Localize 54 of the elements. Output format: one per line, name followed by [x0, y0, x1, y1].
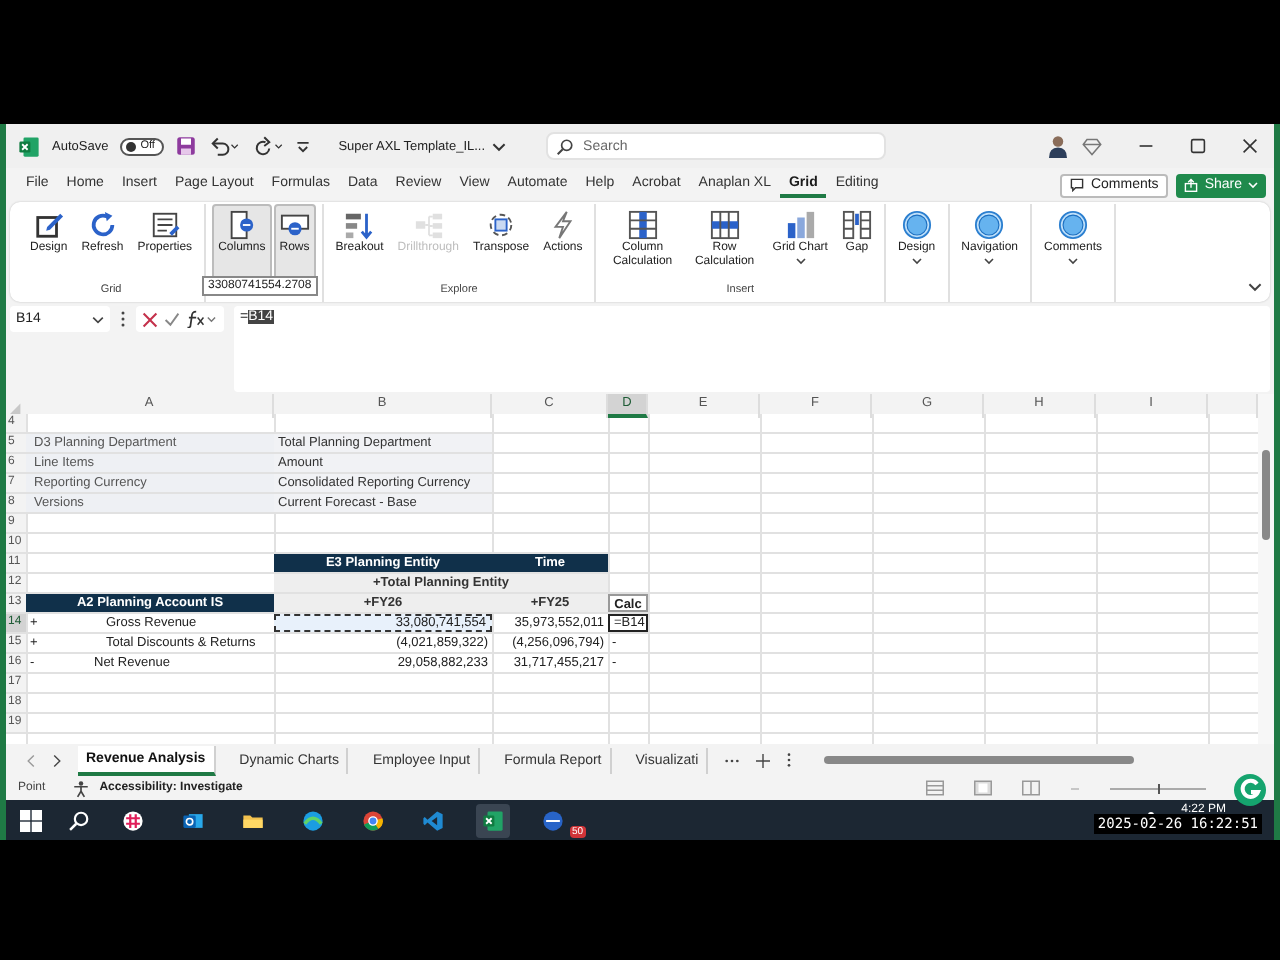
pencil-icon: [33, 210, 64, 240]
diamond-icon[interactable]: [1082, 137, 1102, 155]
circle-icon: [974, 210, 1005, 240]
share-icon: [1184, 178, 1199, 192]
list-icon: [149, 210, 180, 240]
hash-logo-icon: [122, 809, 144, 831]
excel-logo-icon: [18, 135, 40, 157]
browser-wave-icon: [302, 809, 324, 831]
more-icon[interactable]: [120, 310, 126, 328]
customize-caret-icon[interactable]: [296, 139, 311, 153]
redo-icon[interactable]: [252, 136, 285, 156]
undo-icon[interactable]: [208, 136, 241, 156]
bars-arrow-icon: [344, 210, 375, 240]
row-grid-icon: [709, 210, 740, 240]
vertical-scrollbar[interactable]: [1258, 394, 1274, 744]
grammarly-icon[interactable]: [1234, 774, 1266, 806]
accessibility-icon[interactable]: [71, 779, 90, 797]
bar-chart-icon: [785, 210, 816, 240]
app-circle-icon: [542, 809, 564, 831]
avatar-icon[interactable]: [1046, 134, 1070, 158]
collapse-caret-icon[interactable]: [1248, 280, 1262, 294]
page-break-icon[interactable]: [1022, 780, 1040, 796]
circle-icon: [901, 210, 932, 240]
page-layout-icon[interactable]: [974, 780, 992, 796]
rotate-icon: [486, 210, 517, 240]
caret-icon: [491, 139, 506, 153]
function-icon[interactable]: [186, 310, 218, 328]
code-editor-icon: [422, 809, 444, 831]
enter-icon[interactable]: [164, 311, 180, 327]
spreadsheet-icon: [482, 809, 504, 831]
add-sheet-icon[interactable]: [756, 753, 771, 767]
chrome-logo-icon: [362, 809, 384, 831]
refresh-icon: [87, 210, 118, 240]
caret-icon: [1248, 180, 1258, 190]
search-icon[interactable]: [68, 809, 90, 831]
more-icon[interactable]: [724, 757, 741, 763]
maximize-icon[interactable]: [1190, 138, 1206, 154]
close-icon[interactable]: [1242, 138, 1258, 154]
taskbar-app-button[interactable]: [476, 803, 510, 837]
normal-view-icon[interactable]: [926, 780, 944, 796]
mail-icon: [182, 809, 204, 831]
more-icon[interactable]: [786, 752, 793, 768]
save-icon[interactable]: [176, 136, 197, 156]
comment-icon: [1070, 178, 1085, 192]
columns-icon: [226, 210, 257, 240]
cancel-icon[interactable]: [142, 311, 158, 327]
search-icon: [555, 137, 574, 155]
windows-start-icon[interactable]: [20, 809, 42, 831]
split-grid-icon: [841, 210, 872, 240]
rows-icon: [279, 210, 310, 240]
circle-icon: [1058, 210, 1089, 240]
tree-icon: [413, 210, 444, 240]
column-grid-icon: [627, 210, 658, 240]
caret-icon: [92, 313, 104, 325]
